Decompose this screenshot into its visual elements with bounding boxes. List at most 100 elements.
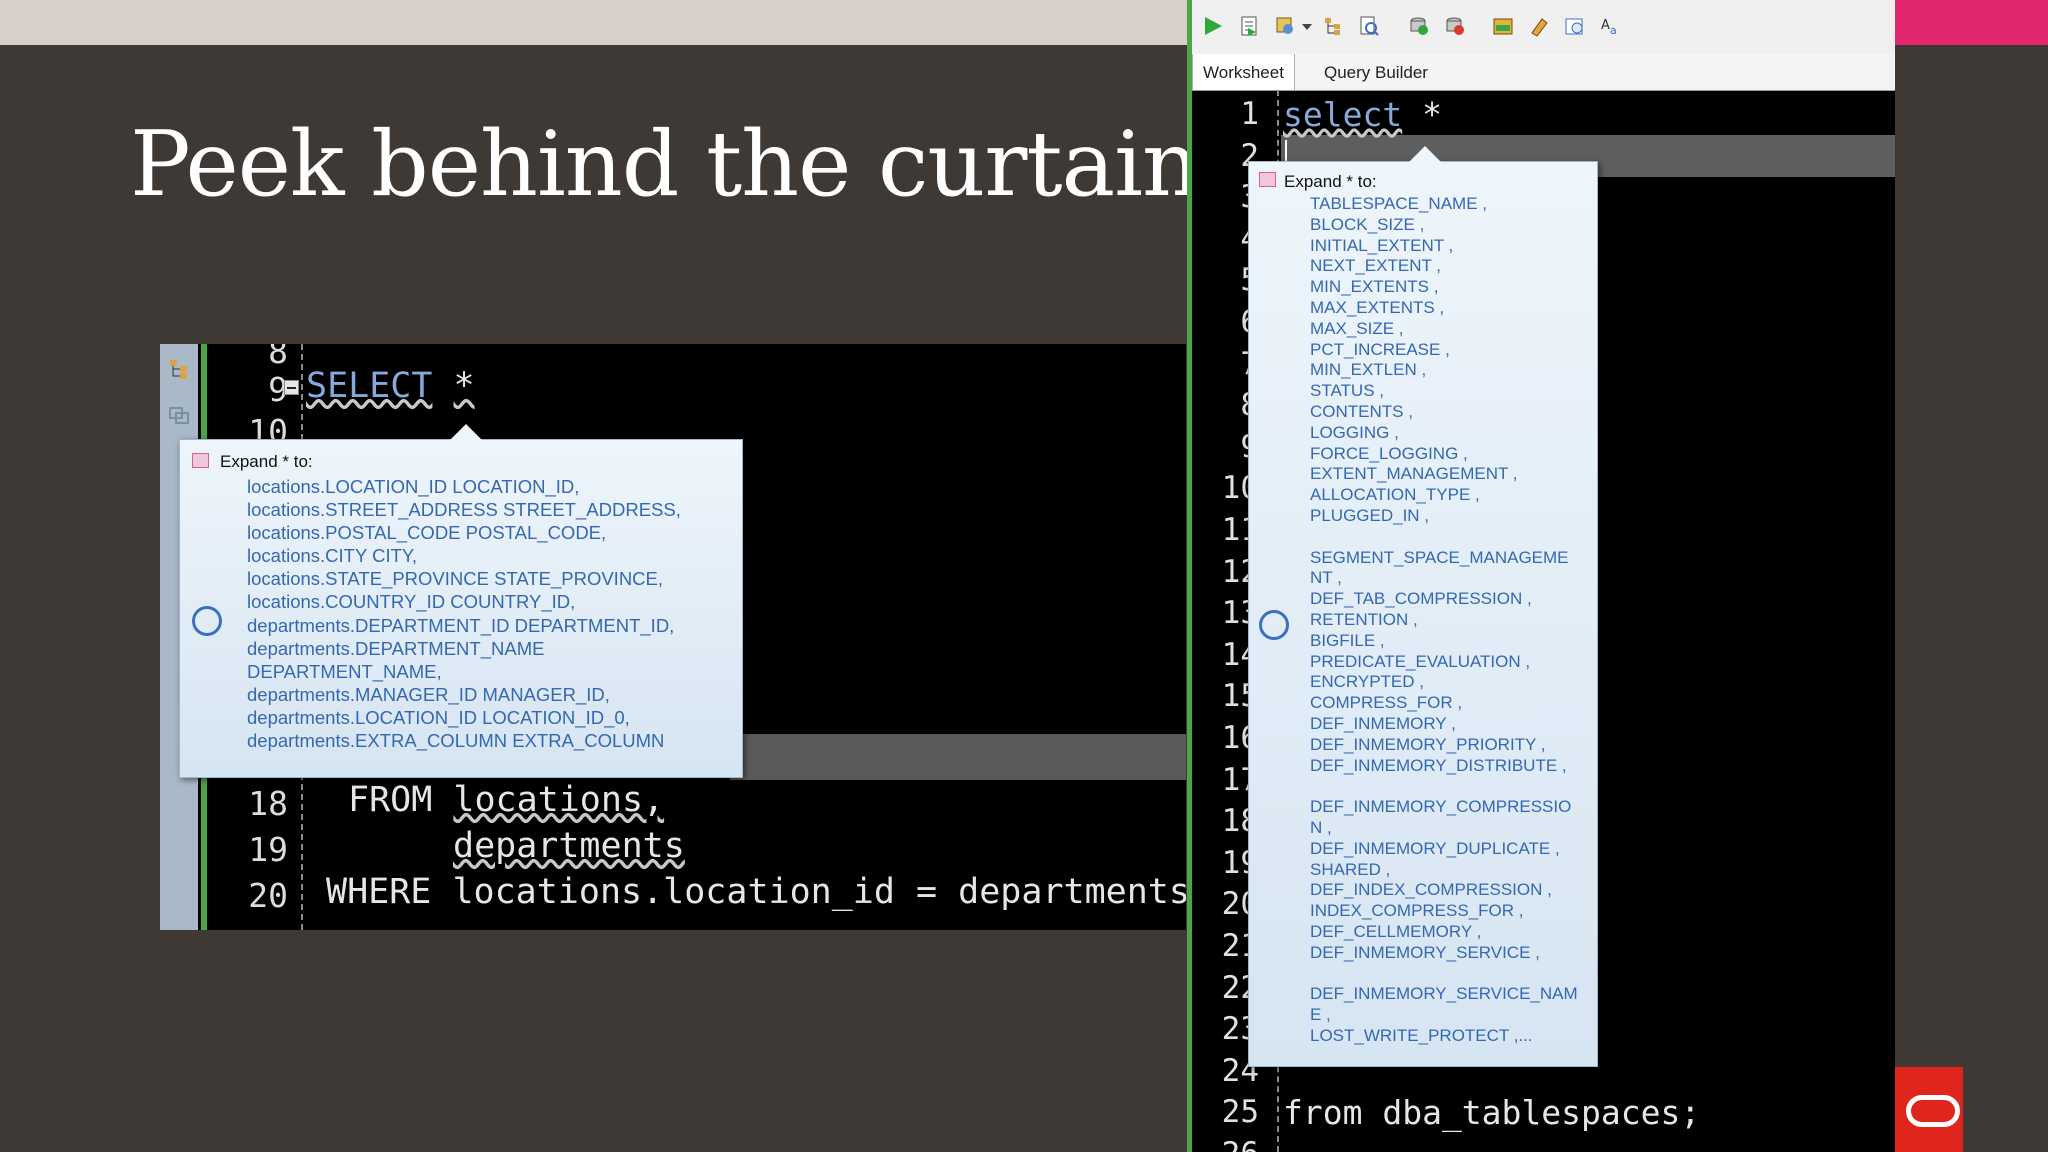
popup-item[interactable]: PREDICATE_EVALUATION , xyxy=(1310,652,1578,673)
popup-item[interactable]: LOST_WRITE_PROTECT ,... xyxy=(1310,1026,1578,1047)
current-line-highlight xyxy=(730,734,1186,780)
editor-tabs: Worksheet Query Builder xyxy=(1192,54,1895,91)
popup-item[interactable]: TABLESPACE_NAME , xyxy=(1310,194,1578,215)
popup-item[interactable]: LOGGING , xyxy=(1310,423,1578,444)
sql-worksheet-icon[interactable] xyxy=(1492,15,1514,37)
popup-header-icon xyxy=(1259,172,1276,187)
popup-item[interactable]: MIN_EXTENTS , xyxy=(1310,277,1578,298)
popup-item[interactable]: MAX_SIZE , xyxy=(1310,319,1578,340)
run-statement-icon[interactable] xyxy=(1202,15,1224,37)
select-keyword: select xyxy=(1283,95,1403,134)
popup-item[interactable]: STATUS , xyxy=(1310,381,1578,402)
commit-icon[interactable] xyxy=(1408,15,1430,37)
popup-item[interactable]: departments.MANAGER_ID MANAGER_ID, xyxy=(247,683,681,706)
oracle-logo-ring xyxy=(1906,1095,1960,1127)
windows-icon[interactable] xyxy=(168,404,190,426)
popup-item[interactable]: RETENTION , xyxy=(1310,610,1578,631)
popup-item[interactable]: DEF_INMEMORY_SERVICE , xyxy=(1310,943,1578,964)
popup-item[interactable]: locations.STATE_PROVINCE STATE_PROVINCE, xyxy=(247,567,681,590)
run-script-icon[interactable] xyxy=(1238,15,1260,37)
popup-item[interactable]: BIGFILE , xyxy=(1310,631,1578,652)
code-line[interactable]: WHERE locations.location_id = department… xyxy=(326,872,1186,912)
popup-item[interactable]: DEF_INMEMORY_PRIORITY , xyxy=(1310,735,1578,756)
explain-plan-icon[interactable] xyxy=(1322,15,1344,37)
select-keyword: SELECT xyxy=(306,366,433,406)
star-token: * xyxy=(453,366,475,406)
popup-item[interactable]: departments.LOCATION_ID LOCATION_ID_0, xyxy=(247,706,681,729)
dropdown-arrow-icon[interactable] xyxy=(1300,15,1314,37)
popup-pointer xyxy=(450,424,482,440)
popup-spacer xyxy=(1310,963,1578,984)
autotrace-icon[interactable] xyxy=(1274,15,1296,37)
expand-star-popup[interactable]: Expand * to: TABLESPACE_NAME , BLOCK_SIZE… xyxy=(1248,146,1598,1067)
popup-item[interactable]: ALLOCATION_TYPE , xyxy=(1310,485,1578,506)
popup-item[interactable]: SEGMENT_SPACE_MANAGEME xyxy=(1310,548,1578,569)
oracle-logo xyxy=(1895,1067,1963,1152)
history-icon[interactable] xyxy=(1564,15,1586,37)
popup-item[interactable]: NT , xyxy=(1310,568,1578,589)
where-condition: locations.location_id = departments xyxy=(452,872,1186,912)
popup-item[interactable]: E , xyxy=(1310,1005,1578,1026)
popup-item[interactable]: INDEX_COMPRESS_FOR , xyxy=(1310,901,1578,922)
popup-item[interactable]: MIN_EXTLEN , xyxy=(1310,360,1578,381)
popup-item[interactable]: PLUGGED_IN , xyxy=(1310,506,1578,527)
popup-spacer xyxy=(1310,527,1578,548)
popup-item[interactable]: DEF_INMEMORY_DISTRIBUTE , xyxy=(1310,756,1578,777)
popup-item[interactable]: DEF_INMEMORY_SERVICE_NAM xyxy=(1310,984,1578,1005)
line-number: 20 xyxy=(248,876,288,915)
popup-item[interactable]: CONTENTS , xyxy=(1310,402,1578,423)
popup-item[interactable]: departments.EXTRA_COLUMN EXTRA_COLUMN xyxy=(247,729,681,752)
popup-item[interactable]: PCT_INCREASE , xyxy=(1310,340,1578,361)
refresh-icon[interactable] xyxy=(192,606,222,636)
popup-header: Expand * to: xyxy=(1284,172,1377,191)
code-line[interactable]: departments xyxy=(453,826,685,866)
popup-item[interactable]: COMPRESS_FOR , xyxy=(1310,693,1578,714)
popup-header-icon xyxy=(192,453,209,468)
svg-text:a: a xyxy=(1610,24,1617,37)
popup-item[interactable]: EXTENT_MANAGEMENT , xyxy=(1310,464,1578,485)
clear-icon[interactable] xyxy=(1528,15,1550,37)
accent-bar xyxy=(1895,0,2048,45)
format-icon[interactable]: Aa xyxy=(1600,15,1622,37)
popup-item[interactable]: NEXT_EXTENT , xyxy=(1310,256,1578,277)
popup-item[interactable]: BLOCK_SIZE , xyxy=(1310,215,1578,236)
star-token: * xyxy=(1422,95,1442,134)
popup-item[interactable]: DEPARTMENT_NAME, xyxy=(247,660,681,683)
popup-item[interactable]: DEF_INMEMORY_DUPLICATE , xyxy=(1310,839,1578,860)
popup-item[interactable]: locations.LOCATION_ID LOCATION_ID, xyxy=(247,475,681,498)
editor-toolbar: Aa xyxy=(1192,0,1895,55)
fold-toggle-icon[interactable] xyxy=(284,380,299,395)
popup-item[interactable]: locations.POSTAL_CODE POSTAL_CODE, xyxy=(247,521,681,544)
popup-item[interactable]: locations.COUNTRY_ID COUNTRY_ID, xyxy=(247,590,681,613)
popup-item[interactable]: DEF_INDEX_COMPRESSION , xyxy=(1310,880,1578,901)
refresh-icon[interactable] xyxy=(1259,610,1289,640)
popup-item[interactable]: ENCRYPTED , xyxy=(1310,672,1578,693)
code-line[interactable]: FROM locations, xyxy=(348,780,664,820)
popup-item[interactable]: FORCE_LOGGING , xyxy=(1310,444,1578,465)
popup-item[interactable]: DEF_INMEMORY , xyxy=(1310,714,1578,735)
popup-item[interactable]: DEF_INMEMORY_COMPRESSIO xyxy=(1310,797,1578,818)
code-line[interactable]: SELECT * xyxy=(306,366,475,406)
popup-item[interactable]: INITIAL_EXTENT , xyxy=(1310,236,1578,257)
code-line[interactable]: from dba_tablespaces; xyxy=(1283,1093,1700,1132)
popup-item[interactable]: MAX_EXTENTS , xyxy=(1310,298,1578,319)
popup-item[interactable]: SHARED , xyxy=(1310,860,1578,881)
line-number: 9 xyxy=(268,370,288,409)
popup-item[interactable]: locations.STREET_ADDRESS STREET_ADDRESS, xyxy=(247,498,681,521)
popup-item[interactable]: departments.DEPARTMENT_NAME xyxy=(247,637,681,660)
tab-worksheet[interactable]: Worksheet xyxy=(1192,54,1295,90)
line-number: 18 xyxy=(248,784,288,823)
rollback-icon[interactable] xyxy=(1444,15,1466,37)
popup-item[interactable]: N , xyxy=(1310,818,1578,839)
tab-query-builder[interactable]: Query Builder xyxy=(1314,54,1438,90)
line-number: 25 xyxy=(1221,1094,1259,1131)
popup-item[interactable]: locations.CITY CITY, xyxy=(247,544,681,567)
popup-item[interactable]: DEF_TAB_COMPRESSION , xyxy=(1310,589,1578,610)
tree-icon[interactable] xyxy=(168,358,190,380)
from-keyword: FROM xyxy=(348,780,433,820)
popup-item[interactable]: departments.DEPARTMENT_ID DEPARTMENT_ID, xyxy=(247,614,681,637)
code-line[interactable]: select * xyxy=(1283,95,1442,134)
popup-item[interactable]: DEF_CELLMEMORY , xyxy=(1310,922,1578,943)
sql-tuning-icon[interactable] xyxy=(1358,15,1380,37)
expand-star-popup[interactable]: Expand * to: locations.LOCATION_ID LOCAT… xyxy=(179,424,743,778)
